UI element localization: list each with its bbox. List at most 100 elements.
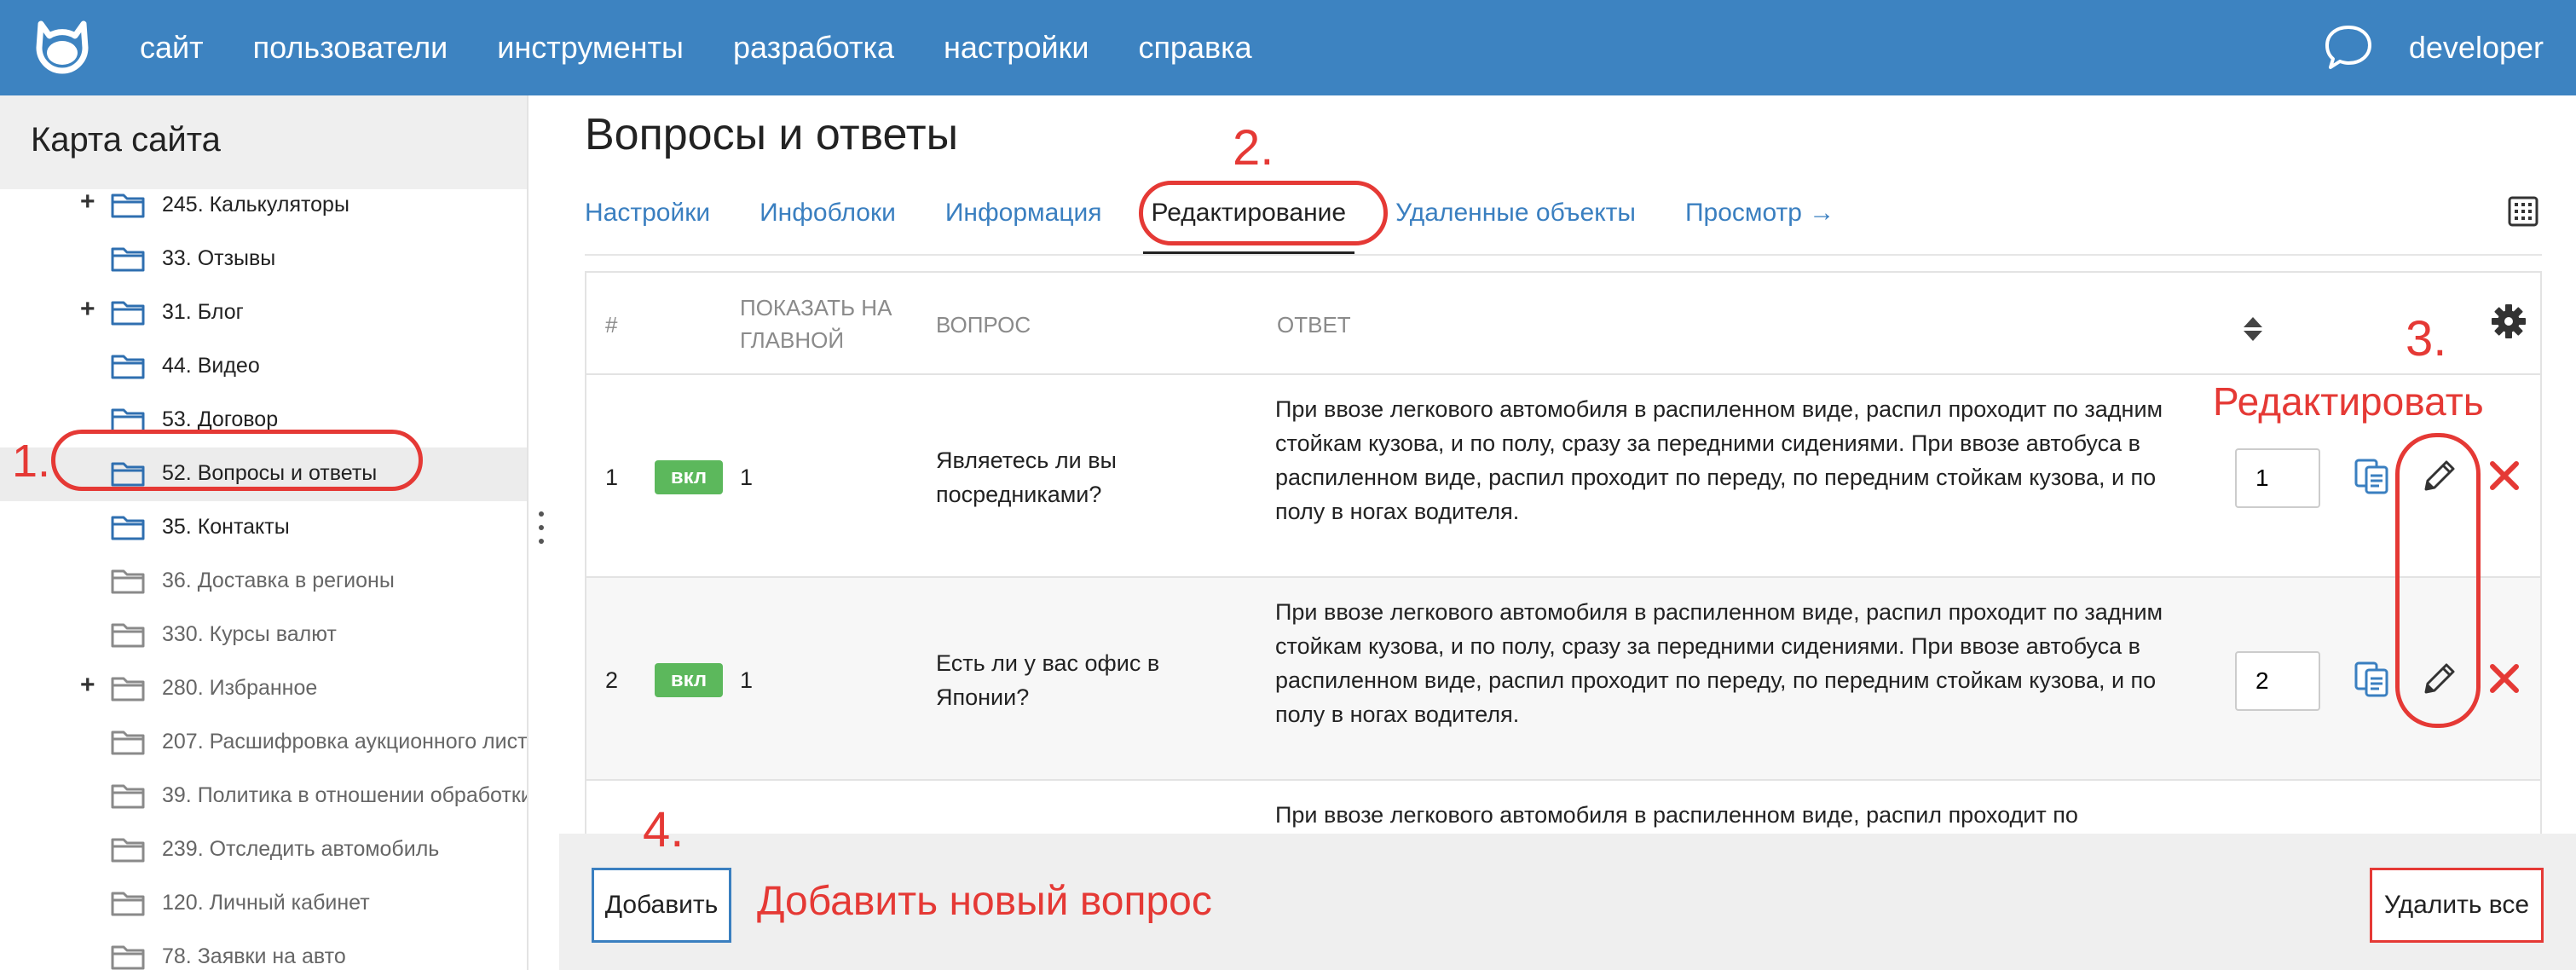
sidebar-item-label: 35. Контакты (162, 515, 290, 539)
sidebar-resize-handle[interactable] (535, 506, 547, 557)
sidebar-item-label: 36. Доставка в регионы (162, 569, 395, 592)
delete-x-icon[interactable] (2486, 660, 2523, 697)
copy-icon[interactable] (2353, 660, 2392, 699)
sidebar-item-label: 207. Расшифровка аукционного листа (162, 730, 528, 753)
annotation-ring-editing-tab (1139, 181, 1388, 245)
sidebar-title: Карта сайта (31, 121, 221, 159)
folder-icon (111, 247, 145, 272)
sidebar-item-label: 78. Заявки на авто (162, 944, 346, 968)
table-header: # ПОКАЗАТЬ НА ГЛАВНОЙ ВОПРОС ОТВЕТ (586, 273, 2540, 375)
nav-users[interactable]: пользователи (253, 30, 448, 66)
sidebar-item-label: 53. Договор (162, 407, 279, 431)
sidebar-tree-item[interactable]: +280. Избранное (0, 662, 527, 716)
sidebar-item-label: 33. Отзывы (162, 246, 276, 270)
sidebar-tree-item[interactable]: 35. Контакты (0, 501, 527, 555)
annotation-step-3: 3. (2406, 311, 2447, 367)
nav-site[interactable]: сайт (140, 30, 204, 66)
row-number: 2 (605, 667, 619, 693)
folder-icon (111, 892, 145, 916)
col-show-main[interactable]: ПОКАЗАТЬ НА ГЛАВНОЙ (740, 292, 927, 356)
sidebar-item-label: 280. Избранное (162, 676, 318, 700)
folder-icon (111, 569, 145, 594)
sidebar-header: Карта сайта (0, 95, 527, 189)
main-menu: сайт пользователи инструменты разработка… (140, 0, 1302, 95)
page-title: Вопросы и ответы (585, 110, 958, 159)
tab-information[interactable]: Информация (945, 188, 1102, 256)
annotation-add-label: Добавить новый вопрос (757, 879, 1212, 924)
nav-settings[interactable]: настройки (944, 30, 1089, 66)
sidebar-tree-item[interactable]: 44. Видео (0, 340, 527, 394)
cat-logo-icon[interactable] (31, 15, 94, 78)
chat-bubble-icon[interactable] (2322, 22, 2375, 73)
tabs-divider (585, 254, 2542, 256)
sidebar-tree-item[interactable]: 36. Доставка в регионы (0, 555, 527, 609)
annotation-step-2: 2. (1233, 120, 1274, 176)
sidebar-tree-item[interactable]: 78. Заявки на авто (0, 931, 527, 970)
annotation-edit-label: Редактировать (2213, 379, 2484, 424)
sidebar-item-label: 239. Отследить автомобиль (162, 837, 440, 861)
sidebar-item-label: 31. Блог (162, 300, 244, 324)
tab-infoblocks[interactable]: Инфоблоки (760, 188, 896, 256)
faq-table: # ПОКАЗАТЬ НА ГЛАВНОЙ ВОПРОС ОТВЕТ 1 вкл… (585, 271, 2542, 834)
question-text: Есть ли у вас офис в Японии? (936, 650, 1160, 710)
tab-settings[interactable]: Настройки (585, 188, 710, 256)
sidebar-item-label: 44. Видео (162, 354, 260, 378)
show-main-value: 1 (740, 667, 754, 693)
sidebar-item-label: 330. Курсы валют (162, 622, 337, 646)
annotation-ring-sidebar-item (51, 430, 423, 491)
tab-deleted-objects[interactable]: Удаленные объекты (1395, 188, 1636, 256)
status-badge[interactable]: вкл (655, 460, 723, 494)
folder-icon (111, 193, 145, 218)
sidebar-tree-item[interactable]: 39. Политика в отношении обработки (0, 770, 528, 823)
site-map-sidebar: Карта сайта +245. Калькуляторы 33. Отзывы… (0, 95, 528, 970)
answer-text: При ввозе легкового автомобиля в распиле… (1275, 802, 2078, 828)
table-row: При ввозе легкового автомобиля в распиле… (586, 781, 2540, 834)
folder-icon (111, 355, 145, 379)
gear-icon[interactable] (2491, 303, 2527, 339)
nav-tools[interactable]: инструменты (497, 30, 684, 66)
sort-icon[interactable] (2242, 315, 2264, 343)
delete-all-button[interactable]: Удалить все (2370, 868, 2544, 943)
tab-preview[interactable]: Просмотр → (1685, 188, 1834, 256)
folder-icon (111, 838, 145, 863)
sidebar-tree-item[interactable]: 33. Отзывы (0, 233, 527, 286)
folder-icon (111, 677, 145, 702)
sidebar-tree-item[interactable]: 330. Курсы валют (0, 609, 527, 662)
user-menu[interactable]: developer (2409, 0, 2544, 95)
folder-icon (111, 301, 145, 326)
show-main-value: 1 (740, 465, 754, 490)
top-navbar: сайт пользователи инструменты разработка… (0, 0, 2576, 95)
col-answer[interactable]: ОТВЕТ (1277, 309, 1351, 341)
sidebar-tree-item[interactable]: 239. Отследить автомобиль (0, 823, 527, 877)
status-badge[interactable]: вкл (655, 663, 723, 697)
sidebar-tree-item[interactable]: +245. Калькуляторы (0, 179, 527, 233)
expand-plus-icon[interactable]: + (80, 188, 95, 217)
layout-grid-icon[interactable] (2508, 196, 2538, 227)
folder-icon (111, 730, 145, 755)
copy-icon[interactable] (2353, 457, 2392, 496)
sidebar-item-label: 245. Калькуляторы (162, 193, 349, 217)
folder-icon (111, 623, 145, 648)
order-input[interactable] (2235, 448, 2320, 508)
folder-icon (111, 516, 145, 540)
col-number: # (605, 312, 618, 338)
col-question[interactable]: ВОПРОС (936, 309, 1031, 341)
sidebar-tree-item[interactable]: 207. Расшифровка аукционного листа (0, 716, 528, 770)
site-tree: +245. Калькуляторы 33. Отзывы +31. Блог 44.… (0, 179, 528, 970)
answer-text: При ввозе легкового автомобиля в распиле… (1275, 599, 2163, 727)
delete-x-icon[interactable] (2486, 457, 2523, 494)
nav-development[interactable]: разработка (733, 30, 894, 66)
nav-help[interactable]: справка (1138, 30, 1251, 66)
annotation-step-4: 4. (643, 802, 684, 857)
answer-text: При ввозе легкового автомобиля в распиле… (1275, 396, 2163, 524)
expand-plus-icon[interactable]: + (80, 671, 95, 700)
sidebar-item-label: 39. Политика в отношении обработки (162, 783, 528, 807)
expand-plus-icon[interactable]: + (80, 295, 95, 324)
order-input[interactable] (2235, 651, 2320, 711)
annotation-step-1: 1. (12, 436, 51, 487)
annotation-ring-edit-icons (2395, 433, 2481, 728)
folder-icon (111, 945, 145, 970)
sidebar-tree-item[interactable]: 120. Личный кабинет (0, 877, 527, 931)
add-button[interactable]: Добавить (592, 868, 731, 943)
sidebar-tree-item[interactable]: +31. Блог (0, 286, 527, 340)
